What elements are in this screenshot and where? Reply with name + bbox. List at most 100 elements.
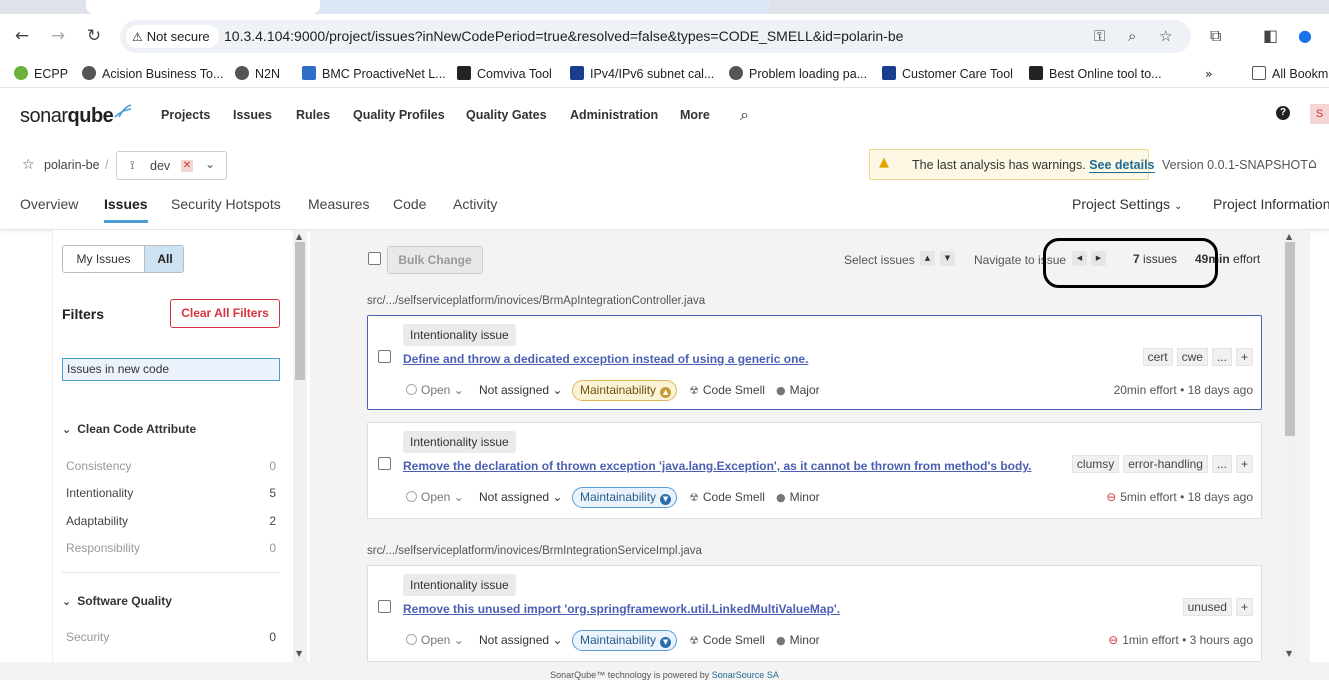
add-tag-button[interactable]: + (1235, 348, 1253, 366)
bookmark-item[interactable]: ECPP (14, 66, 68, 81)
select-next-icon[interactable]: ▼ (940, 251, 955, 266)
my-issues-button[interactable]: My Issues (63, 246, 144, 272)
issue-title-link[interactable]: Remove the declaration of thrown excepti… (403, 459, 1031, 473)
status-dropdown[interactable]: Open ⌄ (406, 633, 464, 647)
browser-tab-active[interactable] (86, 0, 320, 14)
issue-title-link[interactable]: Define and throw a dedicated exception i… (403, 352, 808, 366)
scroll-up-icon[interactable]: ▲ (1286, 232, 1292, 241)
tag[interactable]: cert (1142, 348, 1173, 366)
forward-icon[interactable]: → (48, 26, 68, 46)
branch-selector[interactable]: ⟟ dev ✕ ⌄ (116, 151, 227, 180)
scroll-thumb[interactable] (1285, 242, 1295, 436)
zoom-icon[interactable]: ⌕ (1128, 27, 1136, 45)
filter-reliability-partial[interactable]: ▁▁▁▁ (66, 655, 276, 662)
tag[interactable]: unused (1182, 598, 1232, 616)
side-panel-icon[interactable]: ◧ (1263, 26, 1278, 45)
issue-checkbox[interactable] (378, 600, 391, 613)
sonarsource-link[interactable]: SonarSource SA (712, 670, 779, 680)
component-path[interactable]: src/.../selfserviceplatform/inovices/Brm… (367, 545, 702, 557)
issue-age[interactable]: 18 days ago (1188, 383, 1253, 397)
nav-quality-gates[interactable]: Quality Gates (466, 108, 547, 122)
issue-tags[interactable]: clumsy error-handling... + (1068, 455, 1253, 473)
nav-issues[interactable]: Issues (233, 108, 272, 122)
bookmark-item[interactable]: Problem loading pa... (729, 66, 867, 81)
sonarqube-logo[interactable]: sonarqube (20, 104, 132, 128)
scroll-down-icon[interactable]: ▼ (296, 649, 302, 658)
software-quality-badge[interactable]: Maintainability ▼ (572, 487, 678, 508)
bookmark-item[interactable]: Customer Care Tool (882, 66, 1013, 81)
clean-code-attribute-section[interactable]: ⌄ Clean Code Attribute (62, 422, 196, 436)
add-tag-button[interactable]: + (1235, 598, 1253, 616)
scroll-up-icon[interactable]: ▲ (296, 232, 302, 241)
software-quality-badge[interactable]: Maintainability ▲ (572, 380, 678, 401)
issue-card[interactable]: Intentionality issue Remove the declarat… (367, 422, 1262, 519)
see-details-link[interactable]: See details (1089, 158, 1155, 173)
tag-more[interactable]: ... (1211, 455, 1232, 473)
bookmark-item[interactable]: Acision Business To... (82, 66, 223, 81)
status-dropdown[interactable]: Open ⌄ (406, 383, 464, 397)
issue-checkbox[interactable] (378, 350, 391, 363)
select-all-checkbox[interactable] (368, 252, 381, 265)
issue-tags[interactable]: unused + (1179, 598, 1253, 616)
tag[interactable]: clumsy (1071, 455, 1120, 473)
filter-consistency[interactable]: Consistency 0 (66, 459, 276, 473)
bookmark-item[interactable]: BMC ProactiveNet L... (302, 66, 446, 81)
all-issues-button[interactable]: All (144, 246, 183, 272)
tab-security-hotspots[interactable]: Security Hotspots (171, 196, 281, 212)
assignee-dropdown[interactable]: Not assigned ⌄ (479, 490, 562, 504)
issue-checkbox[interactable] (378, 457, 391, 470)
clear-all-filters-button[interactable]: Clear All Filters (170, 299, 280, 328)
status-dropdown[interactable]: Open ⌄ (406, 490, 464, 504)
profile-icon[interactable]: ● (1298, 26, 1312, 45)
favorite-star-icon[interactable]: ☆ (22, 157, 35, 173)
bookmark-star-icon[interactable]: ☆ (1159, 27, 1172, 45)
bookmark-item[interactable]: Comviva Tool (457, 66, 552, 81)
more-bookmarks-icon[interactable]: » (1205, 66, 1213, 81)
tag-more[interactable]: ... (1211, 348, 1232, 366)
tab-issues[interactable]: Issues (104, 196, 148, 223)
nav-quality-profiles[interactable]: Quality Profiles (353, 108, 445, 122)
address-bar[interactable]: ⚠ Not secure 10.3.4.104:9000/project/issu… (120, 20, 1191, 53)
scroll-thumb[interactable] (295, 242, 305, 380)
project-name[interactable]: polarin-be (44, 158, 100, 172)
tab-code[interactable]: Code (393, 196, 426, 212)
issue-card[interactable]: Intentionality issue Remove this unused … (367, 565, 1262, 662)
issue-age[interactable]: 3 hours ago (1190, 633, 1253, 647)
bookmark-item[interactable]: N2N (235, 66, 280, 81)
nav-rules[interactable]: Rules (296, 108, 330, 122)
bookmark-item[interactable]: Best Online tool to... (1029, 66, 1162, 81)
help-icon[interactable]: ? (1276, 106, 1290, 120)
nav-projects[interactable]: Projects (161, 108, 210, 122)
software-quality-section[interactable]: ⌄ Software Quality (62, 594, 172, 608)
nav-administration[interactable]: Administration (570, 108, 658, 122)
software-quality-badge[interactable]: Maintainability ▼ (572, 630, 678, 651)
filter-security[interactable]: Security 0 (66, 630, 276, 644)
filter-intentionality[interactable]: Intentionality 5 (66, 486, 276, 500)
project-information-link[interactable]: Project Information (1213, 196, 1329, 212)
tab-measures[interactable]: Measures (308, 196, 369, 212)
filter-adaptability[interactable]: Adaptability 2 (66, 514, 276, 528)
nav-more[interactable]: More (680, 108, 710, 122)
assignee-dropdown[interactable]: Not assigned ⌄ (479, 633, 562, 647)
security-chip[interactable]: ⚠ Not secure (126, 25, 219, 48)
assignee-dropdown[interactable]: Not assigned ⌄ (479, 383, 562, 397)
search-icon[interactable]: ⌕ (740, 105, 749, 125)
project-settings-menu[interactable]: Project Settings ⌄ (1072, 196, 1182, 212)
issue-age[interactable]: 18 days ago (1188, 490, 1253, 504)
component-path[interactable]: src/.../selfserviceplatform/inovices/Brm… (367, 295, 705, 307)
tag[interactable]: error-handling (1123, 455, 1208, 473)
main-scrollbar[interactable]: ▲ ▼ (1282, 230, 1297, 662)
add-tag-button[interactable]: + (1235, 455, 1253, 473)
filter-responsibility[interactable]: Responsibility 0 (66, 541, 276, 555)
back-icon[interactable]: ← (12, 26, 32, 46)
reload-icon[interactable]: ↻ (84, 26, 104, 46)
tab-activity[interactable]: Activity (453, 196, 497, 212)
scroll-down-icon[interactable]: ▼ (1286, 649, 1292, 658)
bulk-change-button[interactable]: Bulk Change (387, 246, 483, 274)
issue-title-link[interactable]: Remove this unused import 'org.springfra… (403, 602, 840, 616)
extensions-icon[interactable]: ⧉ (1210, 26, 1221, 46)
key-icon[interactable]: ⚿ (1094, 27, 1105, 45)
browser-tab-other[interactable] (320, 0, 770, 14)
issue-card[interactable]: Intentionality issue Define and throw a … (367, 315, 1262, 410)
home-icon[interactable]: ⌂ (1308, 156, 1317, 172)
